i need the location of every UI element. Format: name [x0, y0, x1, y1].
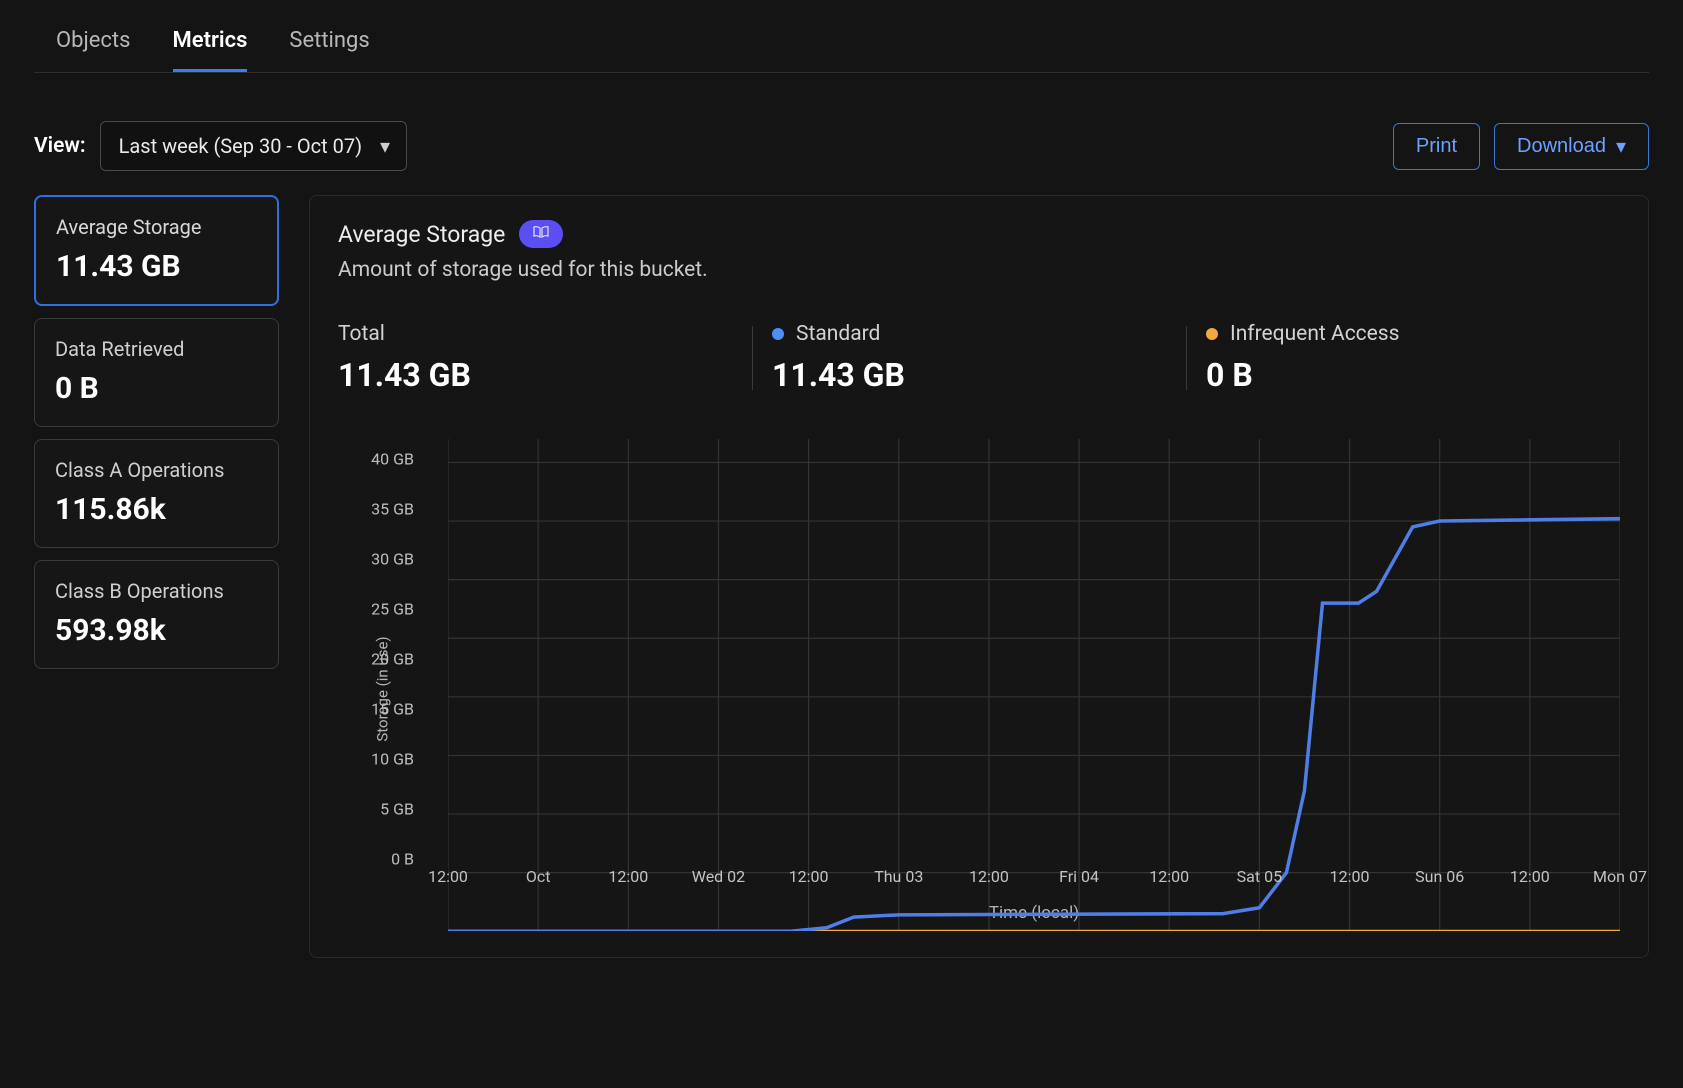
- stat-value: 0 B: [1206, 356, 1620, 394]
- view-select[interactable]: Last week (Sep 30 - Oct 07) ▾: [100, 121, 407, 171]
- stat-standard: Standard 11.43 GB: [752, 322, 1186, 394]
- sidebar-card-average-storage[interactable]: Average Storage 11.43 GB: [34, 195, 279, 306]
- stat-label-text: Total: [338, 322, 385, 346]
- x-tick-label: 12:00: [969, 867, 1009, 886]
- download-button[interactable]: Download ▾: [1494, 123, 1649, 170]
- y-tick-label: 35 GB: [354, 499, 414, 518]
- view-label: View:: [34, 134, 86, 158]
- card-label: Data Retrieved: [55, 337, 258, 361]
- card-label: Average Storage: [56, 215, 257, 239]
- stat-label-text: Standard: [796, 322, 880, 346]
- metrics-sidebar: Average Storage 11.43 GB Data Retrieved …: [34, 195, 279, 958]
- toolbar-actions: Print Download ▾: [1393, 123, 1649, 170]
- x-tick-label: Sat 05: [1237, 867, 1282, 886]
- metrics-panel: Average Storage Amount of storage used f…: [309, 195, 1649, 958]
- toolbar: View: Last week (Sep 30 - Oct 07) ▾ Prin…: [34, 73, 1649, 195]
- stat-value: 11.43 GB: [772, 356, 1186, 394]
- stat-label: Standard: [772, 322, 1186, 346]
- stat-value: 11.43 GB: [338, 356, 752, 394]
- panel-header: Average Storage: [338, 220, 1620, 248]
- view-group: View: Last week (Sep 30 - Oct 07) ▾: [34, 121, 407, 171]
- caret-down-icon: ▾: [380, 134, 390, 158]
- x-tick-label: Oct: [526, 867, 551, 886]
- x-tick-label: 12:00: [1510, 867, 1550, 886]
- storage-chart: Storage (in use) 0 B5 GB10 GB15 GB20 GB2…: [338, 439, 1620, 939]
- x-tick-label: 12:00: [428, 867, 468, 886]
- docs-badge[interactable]: [519, 220, 563, 248]
- x-tick-label: Sun 06: [1415, 867, 1464, 886]
- card-value: 0 B: [55, 371, 258, 406]
- panel-title: Average Storage: [338, 221, 505, 248]
- sidebar-card-class-b-operations[interactable]: Class B Operations 593.98k: [34, 560, 279, 669]
- plot-area: 0 B5 GB10 GB15 GB20 GB25 GB30 GB35 GB40 …: [388, 439, 1620, 859]
- y-tick-label: 25 GB: [354, 600, 414, 619]
- card-label: Class B Operations: [55, 579, 258, 603]
- stat-infrequent-access: Infrequent Access 0 B: [1186, 322, 1620, 394]
- y-tick-label: 40 GB: [354, 450, 414, 469]
- stat-total: Total 11.43 GB: [338, 322, 752, 394]
- tab-objects[interactable]: Objects: [56, 18, 131, 72]
- chart-svg: [448, 439, 1620, 931]
- card-value: 115.86k: [55, 492, 258, 527]
- x-tick-label: 12:00: [1330, 867, 1370, 886]
- stat-label: Infrequent Access: [1206, 322, 1620, 346]
- book-icon: [533, 226, 549, 242]
- x-tick-label: Fri 04: [1059, 867, 1099, 886]
- legend-dot-orange: [1206, 328, 1218, 340]
- tabs-bar: Objects Metrics Settings: [34, 0, 1649, 73]
- view-select-value: Last week (Sep 30 - Oct 07): [119, 134, 362, 158]
- sidebar-card-data-retrieved[interactable]: Data Retrieved 0 B: [34, 318, 279, 427]
- sidebar-card-class-a-operations[interactable]: Class A Operations 115.86k: [34, 439, 279, 548]
- main: Average Storage 11.43 GB Data Retrieved …: [34, 195, 1649, 958]
- y-ticks: 0 B5 GB10 GB15 GB20 GB25 GB30 GB35 GB40 …: [380, 439, 440, 859]
- x-tick-label: Wed 02: [692, 867, 745, 886]
- x-tick-label: Thu 03: [874, 867, 923, 886]
- y-tick-label: 20 GB: [354, 650, 414, 669]
- panel-description: Amount of storage used for this bucket.: [338, 258, 1620, 282]
- stat-label: Total: [338, 322, 752, 346]
- card-label: Class A Operations: [55, 458, 258, 482]
- stats-row: Total 11.43 GB Standard 11.43 GB Infrequ…: [338, 322, 1620, 394]
- card-value: 593.98k: [55, 613, 258, 648]
- y-tick-label: 15 GB: [354, 700, 414, 719]
- x-tick-label: 12:00: [789, 867, 829, 886]
- y-tick-label: 5 GB: [354, 800, 414, 819]
- stat-label-text: Infrequent Access: [1230, 322, 1400, 346]
- x-ticks: 12:00 Oct 12:00 Wed 02 12:00 Thu 03 12:00 Fri 0…: [448, 867, 1620, 897]
- y-tick-label: 10 GB: [354, 750, 414, 769]
- x-tick-label: 12:00: [608, 867, 648, 886]
- divider: [752, 326, 753, 390]
- download-button-label: Download: [1517, 135, 1606, 158]
- print-button-label: Print: [1416, 135, 1457, 158]
- caret-down-icon: ▾: [1616, 134, 1626, 159]
- tab-metrics[interactable]: Metrics: [173, 18, 248, 72]
- divider: [1186, 326, 1187, 390]
- x-tick-label: 12:00: [1149, 867, 1189, 886]
- legend-dot-blue: [772, 328, 784, 340]
- y-tick-label: 30 GB: [354, 550, 414, 569]
- y-tick-label: 0 B: [354, 850, 414, 869]
- print-button[interactable]: Print: [1393, 123, 1480, 170]
- tab-settings[interactable]: Settings: [289, 18, 369, 72]
- x-tick-label: Mon 07: [1593, 867, 1647, 886]
- card-value: 11.43 GB: [56, 249, 257, 284]
